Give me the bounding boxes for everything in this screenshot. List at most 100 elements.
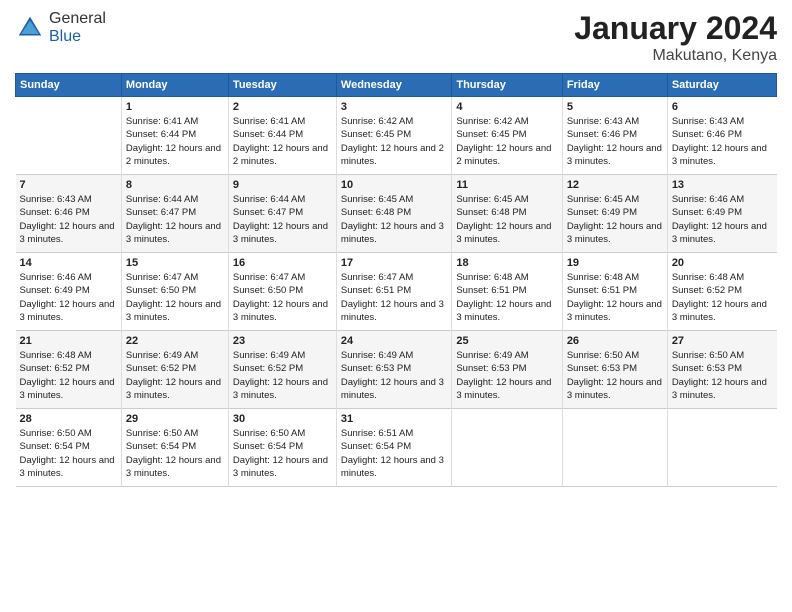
logo-icon: [15, 13, 45, 43]
day-info: Sunrise: 6:49 AMSunset: 6:53 PMDaylight:…: [341, 350, 444, 401]
day-info: Sunrise: 6:48 AMSunset: 6:51 PMDaylight:…: [456, 272, 551, 323]
day-number: 21: [20, 335, 117, 347]
day-cell: 13Sunrise: 6:46 AMSunset: 6:49 PMDayligh…: [667, 175, 776, 253]
day-number: 31: [341, 413, 447, 425]
day-info: Sunrise: 6:42 AMSunset: 6:45 PMDaylight:…: [341, 116, 444, 167]
logo-text: General Blue: [49, 10, 106, 46]
day-cell: 22Sunrise: 6:49 AMSunset: 6:52 PMDayligh…: [121, 331, 228, 409]
day-info: Sunrise: 6:41 AMSunset: 6:44 PMDaylight:…: [233, 116, 328, 167]
page-title: January 2024: [574, 10, 777, 47]
day-info: Sunrise: 6:43 AMSunset: 6:46 PMDaylight:…: [20, 194, 115, 245]
day-number: 11: [456, 179, 557, 191]
calendar-table: SundayMondayTuesdayWednesdayThursdayFrid…: [15, 73, 777, 487]
day-number: 29: [126, 413, 224, 425]
day-info: Sunrise: 6:47 AMSunset: 6:51 PMDaylight:…: [341, 272, 444, 323]
day-cell: 18 Sunrise: 6:48 AMSunset: 6:51 PMDayligh…: [452, 253, 562, 331]
day-number: 20: [672, 257, 773, 269]
day-number: 7: [20, 179, 117, 191]
day-info: Sunrise: 6:48 AMSunset: 6:52 PMDaylight:…: [672, 272, 767, 323]
day-info: Sunrise: 6:49 AMSunset: 6:52 PMDaylight:…: [126, 350, 221, 401]
day-info: Sunrise: 6:50 AMSunset: 6:54 PMDaylight:…: [233, 428, 328, 479]
week-row-4: 21 Sunrise: 6:48 AMSunset: 6:52 PMDayligh…: [16, 331, 777, 409]
day-number: 8: [126, 179, 224, 191]
header-cell-monday: Monday: [121, 74, 228, 97]
header-cell-tuesday: Tuesday: [228, 74, 336, 97]
logo-blue-text: Blue: [49, 28, 81, 45]
day-info: Sunrise: 6:50 AMSunset: 6:54 PMDaylight:…: [126, 428, 221, 479]
day-cell: [667, 409, 776, 487]
day-number: 24: [341, 335, 447, 347]
day-number: 25: [456, 335, 557, 347]
day-cell: 5 Sunrise: 6:43 AMSunset: 6:46 PMDaylight…: [562, 97, 667, 175]
day-info: Sunrise: 6:42 AMSunset: 6:45 PMDaylight:…: [456, 116, 551, 167]
day-info: Sunrise: 6:45 AMSunset: 6:48 PMDaylight:…: [456, 194, 551, 245]
day-cell: 19Sunrise: 6:48 AMSunset: 6:51 PMDayligh…: [562, 253, 667, 331]
day-cell: 16 Sunrise: 6:47 AMSunset: 6:50 PMDayligh…: [228, 253, 336, 331]
day-number: 13: [672, 179, 773, 191]
day-cell: [452, 409, 562, 487]
day-info: Sunrise: 6:47 AMSunset: 6:50 PMDaylight:…: [126, 272, 221, 323]
page-subtitle: Makutano, Kenya: [574, 47, 777, 65]
day-cell: 11 Sunrise: 6:45 AMSunset: 6:48 PMDayligh…: [452, 175, 562, 253]
day-number: 15: [126, 257, 224, 269]
day-info: Sunrise: 6:49 AMSunset: 6:52 PMDaylight:…: [233, 350, 328, 401]
day-number: 5: [567, 101, 663, 113]
day-number: 12: [567, 179, 663, 191]
day-cell: [16, 97, 122, 175]
day-info: Sunrise: 6:45 AMSunset: 6:48 PMDaylight:…: [341, 194, 444, 245]
day-cell: 10 Sunrise: 6:45 AMSunset: 6:48 PMDayligh…: [336, 175, 451, 253]
day-number: 14: [20, 257, 117, 269]
day-cell: 20 Sunrise: 6:48 AMSunset: 6:52 PMDayligh…: [667, 253, 776, 331]
day-cell: 30 Sunrise: 6:50 AMSunset: 6:54 PMDayligh…: [228, 409, 336, 487]
day-info: Sunrise: 6:47 AMSunset: 6:50 PMDaylight:…: [233, 272, 328, 323]
day-info: Sunrise: 6:49 AMSunset: 6:53 PMDaylight:…: [456, 350, 551, 401]
calendar-header: SundayMondayTuesdayWednesdayThursdayFrid…: [16, 74, 777, 97]
day-cell: 1 Sunrise: 6:41 AMSunset: 6:44 PMDaylight…: [121, 97, 228, 175]
day-info: Sunrise: 6:45 AMSunset: 6:49 PMDaylight:…: [567, 194, 662, 245]
day-cell: 7 Sunrise: 6:43 AMSunset: 6:46 PMDaylight…: [16, 175, 122, 253]
day-number: 23: [233, 335, 332, 347]
logo: General Blue: [15, 10, 106, 46]
header-cell-sunday: Sunday: [16, 74, 122, 97]
week-row-5: 28Sunrise: 6:50 AMSunset: 6:54 PMDayligh…: [16, 409, 777, 487]
week-row-1: 1 Sunrise: 6:41 AMSunset: 6:44 PMDaylight…: [16, 97, 777, 175]
day-info: Sunrise: 6:50 AMSunset: 6:53 PMDaylight:…: [567, 350, 662, 401]
day-info: Sunrise: 6:44 AMSunset: 6:47 PMDaylight:…: [126, 194, 221, 245]
day-cell: 4 Sunrise: 6:42 AMSunset: 6:45 PMDaylight…: [452, 97, 562, 175]
day-cell: 27Sunrise: 6:50 AMSunset: 6:53 PMDayligh…: [667, 331, 776, 409]
logo-general-text: General: [49, 10, 106, 27]
day-number: 1: [126, 101, 224, 113]
day-cell: 24 Sunrise: 6:49 AMSunset: 6:53 PMDayligh…: [336, 331, 451, 409]
day-cell: 28Sunrise: 6:50 AMSunset: 6:54 PMDayligh…: [16, 409, 122, 487]
day-cell: 21 Sunrise: 6:48 AMSunset: 6:52 PMDayligh…: [16, 331, 122, 409]
day-info: Sunrise: 6:48 AMSunset: 6:52 PMDaylight:…: [20, 350, 115, 401]
day-cell: 31 Sunrise: 6:51 AMSunset: 6:54 PMDayligh…: [336, 409, 451, 487]
day-info: Sunrise: 6:43 AMSunset: 6:46 PMDaylight:…: [567, 116, 662, 167]
day-number: 10: [341, 179, 447, 191]
day-info: Sunrise: 6:44 AMSunset: 6:47 PMDaylight:…: [233, 194, 328, 245]
day-number: 30: [233, 413, 332, 425]
day-number: 4: [456, 101, 557, 113]
day-number: 26: [567, 335, 663, 347]
day-cell: 9 Sunrise: 6:44 AMSunset: 6:47 PMDaylight…: [228, 175, 336, 253]
day-number: 27: [672, 335, 773, 347]
header-cell-wednesday: Wednesday: [336, 74, 451, 97]
day-number: 3: [341, 101, 447, 113]
day-number: 18: [456, 257, 557, 269]
day-info: Sunrise: 6:50 AMSunset: 6:54 PMDaylight:…: [20, 428, 115, 479]
day-cell: 3 Sunrise: 6:42 AMSunset: 6:45 PMDaylight…: [336, 97, 451, 175]
page: General Blue January 2024 Makutano, Keny…: [0, 0, 792, 612]
week-row-3: 14Sunrise: 6:46 AMSunset: 6:49 PMDayligh…: [16, 253, 777, 331]
day-cell: 26 Sunrise: 6:50 AMSunset: 6:53 PMDayligh…: [562, 331, 667, 409]
header-row: SundayMondayTuesdayWednesdayThursdayFrid…: [16, 74, 777, 97]
day-info: Sunrise: 6:51 AMSunset: 6:54 PMDaylight:…: [341, 428, 444, 479]
day-cell: 25 Sunrise: 6:49 AMSunset: 6:53 PMDayligh…: [452, 331, 562, 409]
day-info: Sunrise: 6:41 AMSunset: 6:44 PMDaylight:…: [126, 116, 221, 167]
day-number: 9: [233, 179, 332, 191]
day-cell: 12 Sunrise: 6:45 AMSunset: 6:49 PMDayligh…: [562, 175, 667, 253]
day-cell: 23 Sunrise: 6:49 AMSunset: 6:52 PMDayligh…: [228, 331, 336, 409]
day-number: 19: [567, 257, 663, 269]
day-number: 16: [233, 257, 332, 269]
calendar-body: 1 Sunrise: 6:41 AMSunset: 6:44 PMDaylight…: [16, 97, 777, 487]
day-cell: 15 Sunrise: 6:47 AMSunset: 6:50 PMDayligh…: [121, 253, 228, 331]
